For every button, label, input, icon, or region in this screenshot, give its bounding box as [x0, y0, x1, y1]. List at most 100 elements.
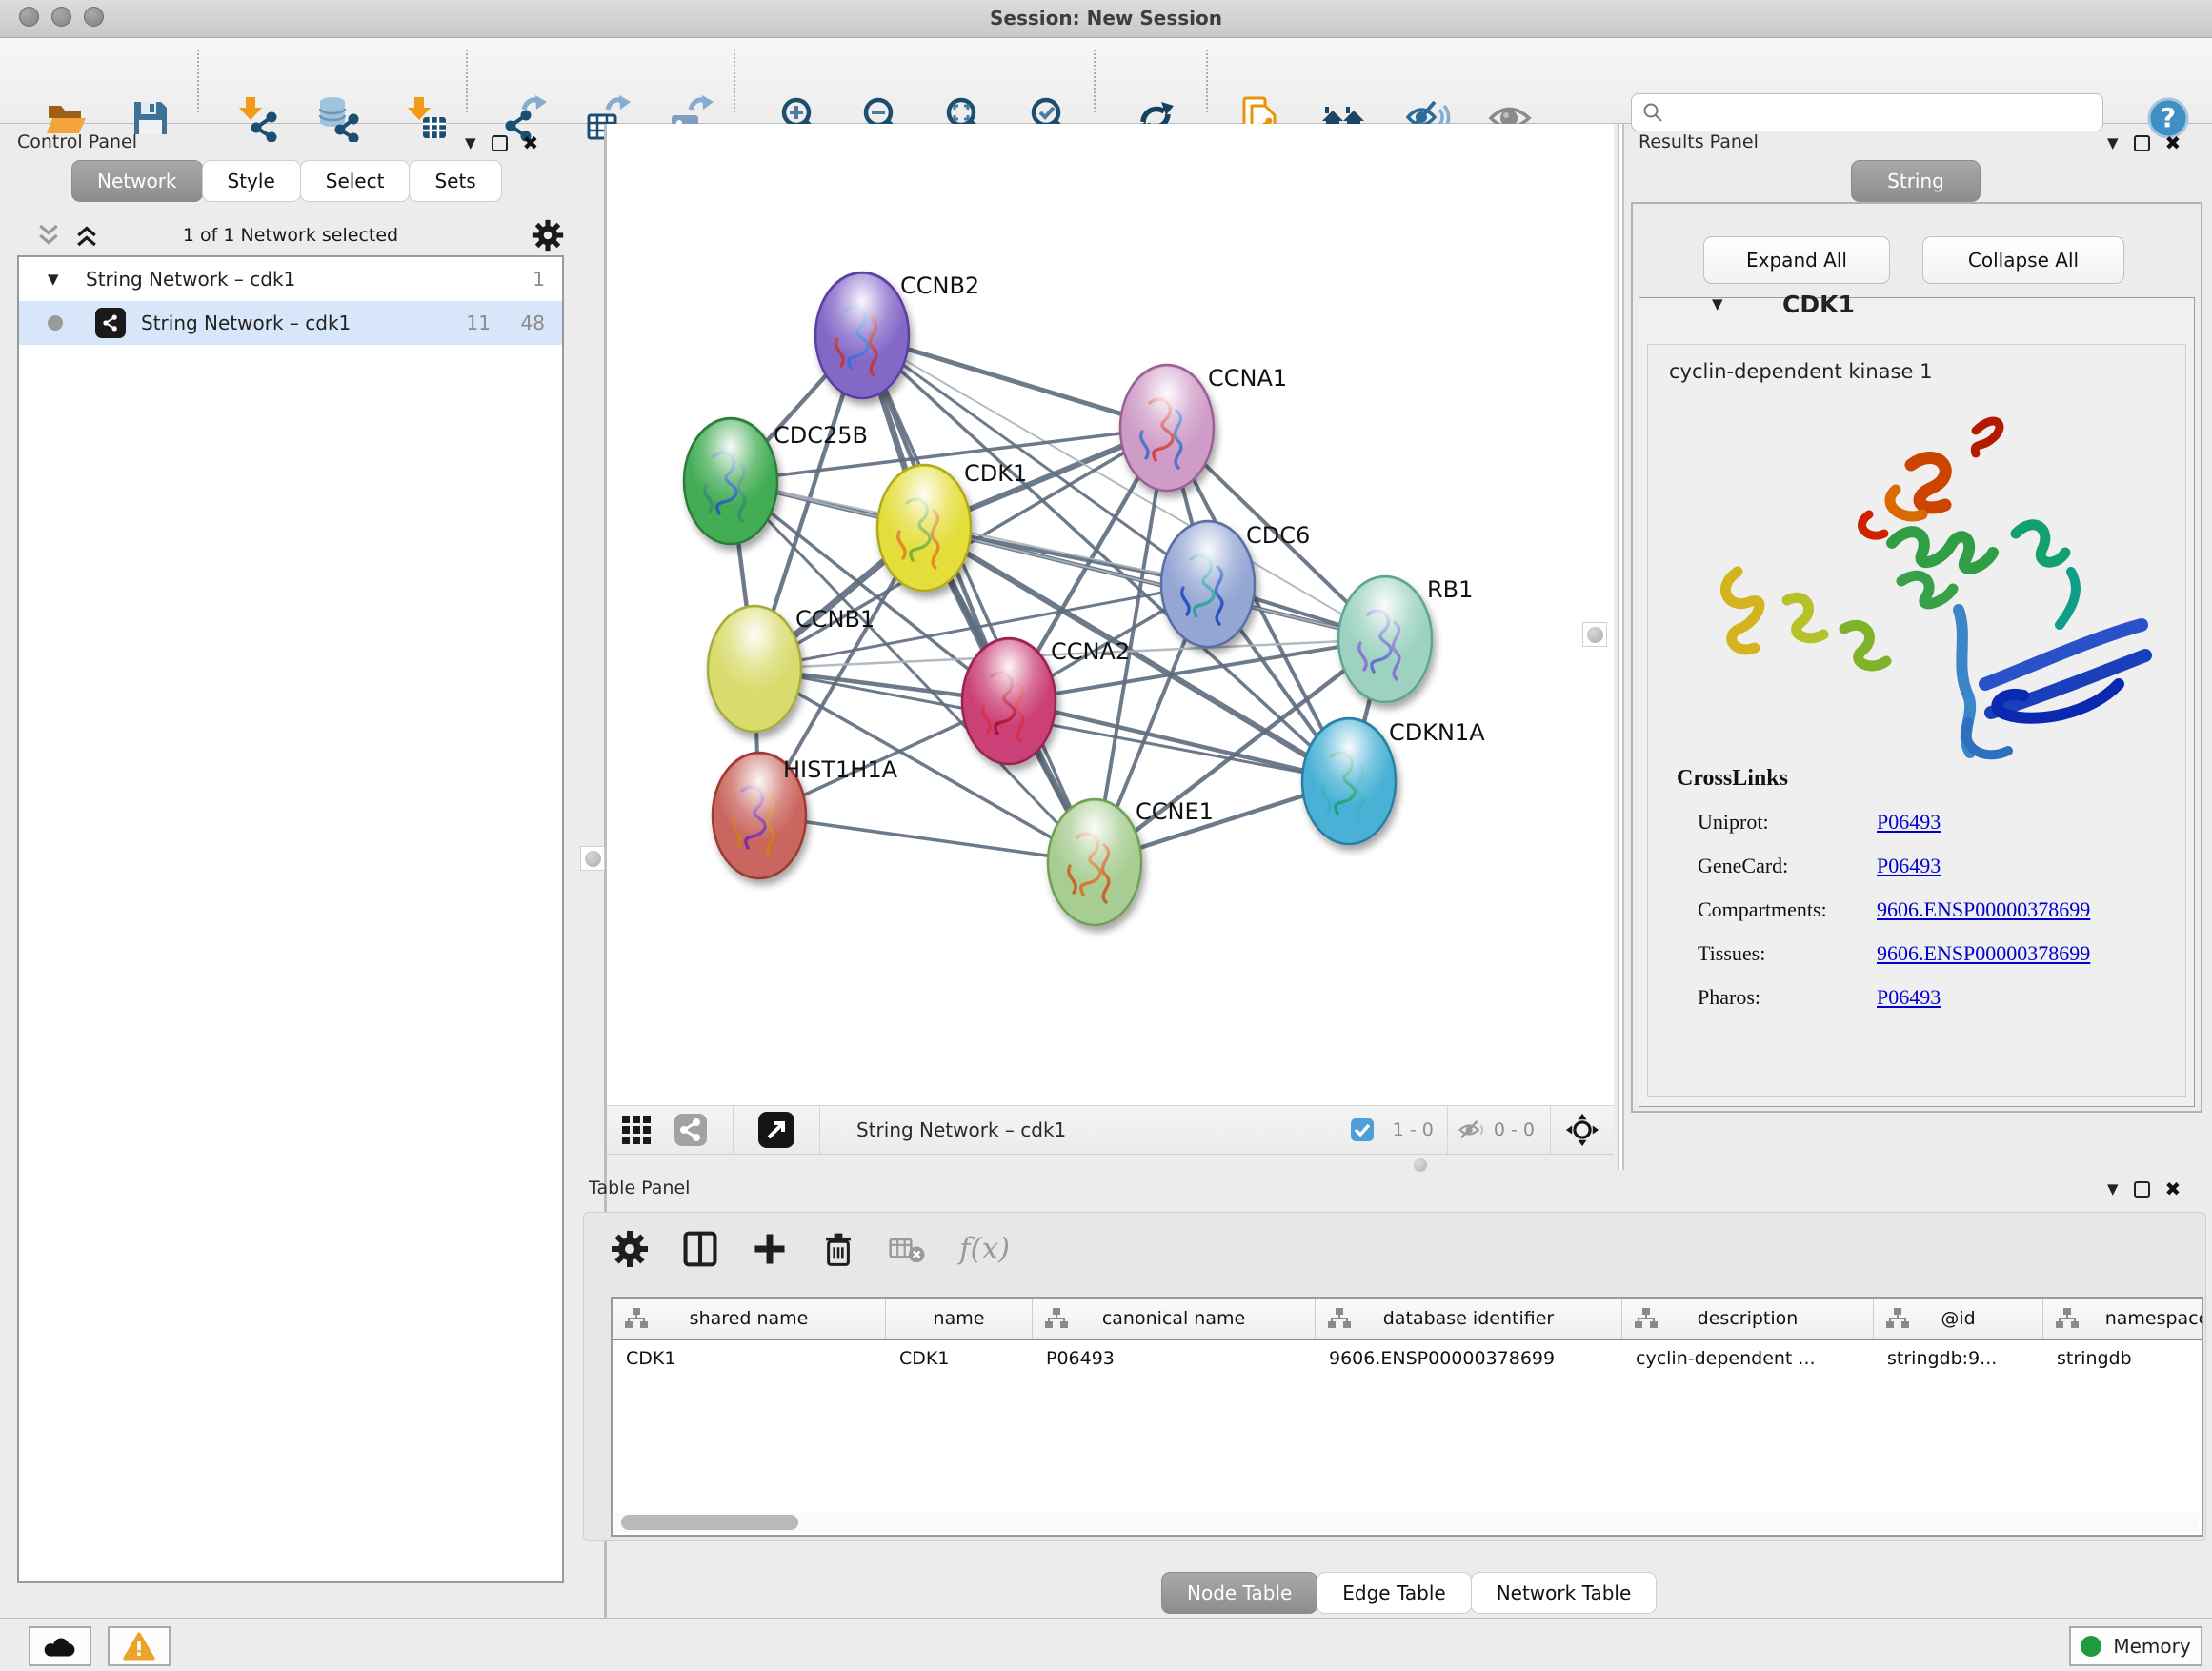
right-splitter-handle[interactable]: [1582, 622, 1607, 647]
import-network-icon[interactable]: [231, 91, 284, 145]
panel-menu-icon[interactable]: ▼: [2107, 134, 2119, 151]
panel-menu-icon[interactable]: ▼: [2107, 1180, 2119, 1198]
column-header-database-identifier[interactable]: database identifier: [1316, 1299, 1622, 1339]
table-panel-body: f(x) shared namenamecanonical namedataba…: [583, 1212, 2206, 1541]
table-cell[interactable]: stringdb:9...: [1874, 1340, 2043, 1379]
crosslink-label: Tissues:: [1698, 941, 1765, 966]
node-CCNA1[interactable]: [1120, 365, 1214, 491]
table-cell[interactable]: CDK1: [886, 1340, 1033, 1379]
delete-column-icon[interactable]: [820, 1231, 856, 1267]
table-hscrollbar[interactable]: [615, 1513, 2199, 1532]
network-canvas[interactable]: CCNB2CCNA1CDC25BCDK1CDC6RB1CCNB1CCNA2CDK…: [607, 124, 1614, 1105]
table-row[interactable]: CDK1CDK1P064939606.ENSP00000378699cyclin…: [613, 1340, 2202, 1379]
table-options-gear-icon[interactable]: [611, 1230, 649, 1268]
table-hscrollbar-thumb[interactable]: [621, 1515, 798, 1530]
gene-expander-icon[interactable]: ▼: [1712, 295, 1723, 312]
hidden-counts: 0 - 0: [1494, 1106, 1550, 1154]
horizontal-splitter-handle[interactable]: [1414, 1158, 1427, 1172]
tab-string[interactable]: String: [1851, 160, 1981, 202]
node-table: shared namenamecanonical namedatabase id…: [611, 1297, 2203, 1537]
expand-all-button[interactable]: Expand All: [1703, 236, 1890, 284]
delete-table-icon[interactable]: [889, 1233, 927, 1265]
collapse-all-tree-icon[interactable]: [34, 221, 63, 250]
import-table-icon[interactable]: [399, 91, 452, 145]
node-label-CCNE1: CCNE1: [1136, 798, 1214, 825]
node-label-CCNB2: CCNB2: [900, 272, 979, 299]
crosslink-link[interactable]: 9606.ENSP00000378699: [1877, 897, 2090, 922]
panel-float-icon[interactable]: [2134, 135, 2150, 151]
function-builder-icon[interactable]: f(x): [959, 1232, 1010, 1266]
tab-network-table[interactable]: Network Table: [1471, 1572, 1658, 1614]
network-row[interactable]: String Network – cdk1 11 48: [19, 301, 562, 345]
memory-button[interactable]: Memory: [2069, 1626, 2202, 1666]
node-CDC6[interactable]: [1161, 521, 1255, 647]
search-input[interactable]: [1664, 102, 2083, 123]
column-header-canonical-name[interactable]: canonical name: [1033, 1299, 1316, 1339]
expand-all-tree-icon[interactable]: [72, 221, 101, 250]
create-column-icon[interactable]: [752, 1231, 788, 1267]
edge-CCNA2-CDKN1A[interactable]: [1009, 701, 1349, 781]
birds-eye-view-icon[interactable]: [1551, 1106, 1614, 1154]
table-cell[interactable]: cyclin-dependent ...: [1622, 1340, 1874, 1379]
column-header-name[interactable]: name: [886, 1299, 1033, 1339]
left-splitter-handle[interactable]: [580, 846, 605, 871]
edge-CCNB2-CCNE1[interactable]: [862, 335, 1095, 862]
tab-style[interactable]: Style: [202, 160, 301, 202]
string-results-container: Expand All Collapse All ▼ CDK1 cyclin-de…: [1631, 202, 2202, 1113]
node-CCNA2[interactable]: [962, 638, 1056, 764]
warning-button[interactable]: [108, 1626, 171, 1666]
node-CDC25B[interactable]: [684, 418, 777, 544]
panel-close-icon[interactable]: ✖: [2165, 1178, 2182, 1200]
column-header--id[interactable]: @id: [1874, 1299, 2043, 1339]
crosslink-label: Pharos:: [1698, 985, 1760, 1010]
column-namespace-icon: [1044, 1307, 1069, 1330]
node-CCNE1[interactable]: [1048, 799, 1141, 925]
panel-float-icon[interactable]: [492, 135, 508, 151]
table-cell[interactable]: P06493: [1033, 1340, 1316, 1379]
node-CDKN1A[interactable]: [1302, 718, 1396, 844]
node-CCNB2[interactable]: [815, 272, 909, 398]
hidden-eye-icon[interactable]: [1448, 1106, 1494, 1154]
column-header-shared-name[interactable]: shared name: [613, 1299, 886, 1339]
network-label: String Network – cdk1: [141, 312, 351, 334]
network-share-view-icon[interactable]: [666, 1106, 715, 1154]
crosslink-link[interactable]: 9606.ENSP00000378699: [1877, 941, 2090, 966]
node-label-CCNA2: CCNA2: [1051, 638, 1130, 665]
network-collection-row[interactable]: ▼ String Network – cdk1 1: [19, 257, 562, 301]
crosslink-link[interactable]: P06493: [1877, 985, 1941, 1010]
selected-checkbox-icon[interactable]: [1345, 1106, 1379, 1154]
table-cell[interactable]: stringdb: [2043, 1340, 2203, 1379]
node-CCNB1[interactable]: [708, 606, 801, 732]
crosslink-link[interactable]: P06493: [1877, 854, 1941, 878]
panel-menu-icon[interactable]: ▼: [465, 134, 476, 151]
cloud-button[interactable]: [29, 1626, 91, 1666]
tab-network[interactable]: Network: [71, 160, 203, 202]
table-cell[interactable]: 9606.ENSP00000378699: [1316, 1340, 1622, 1379]
panel-close-icon[interactable]: ✖: [2165, 131, 2182, 154]
show-column-icon[interactable]: [681, 1230, 719, 1268]
collapse-all-button[interactable]: Collapse All: [1922, 236, 2124, 284]
tab-node-table[interactable]: Node Table: [1161, 1572, 1317, 1614]
edge-HIST1H1A-CCNE1[interactable]: [759, 815, 1095, 862]
tab-edge-table[interactable]: Edge Table: [1317, 1572, 1471, 1614]
panel-float-icon[interactable]: [2134, 1181, 2150, 1198]
crosslinks-list: Uniprot:P06493GeneCard:P06493Compartment…: [1648, 800, 2186, 1019]
tab-sets[interactable]: Sets: [409, 160, 501, 202]
right-splitter[interactable]: [1618, 124, 1624, 1170]
panel-close-icon[interactable]: ✖: [523, 131, 539, 154]
import-network-database-icon[interactable]: [312, 91, 365, 145]
column-header-description[interactable]: description: [1622, 1299, 1874, 1339]
main-toolbar: ?: [0, 38, 2212, 124]
tab-select[interactable]: Select: [300, 160, 411, 202]
grid-view-icon[interactable]: [607, 1106, 666, 1154]
network-options-gear-icon[interactable]: [532, 219, 564, 252]
table-cell[interactable]: CDK1: [613, 1340, 886, 1379]
crosslink-link[interactable]: P06493: [1877, 810, 1941, 835]
warning-icon: [123, 1632, 155, 1661]
detach-view-icon[interactable]: [734, 1106, 819, 1154]
results-panel-title: Results Panel: [1639, 131, 1759, 152]
collection-expander-icon[interactable]: ▼: [48, 271, 59, 288]
node-RB1[interactable]: [1338, 576, 1432, 702]
column-header-namespace[interactable]: namespace: [2043, 1299, 2203, 1339]
node-CDK1[interactable]: [877, 465, 971, 591]
